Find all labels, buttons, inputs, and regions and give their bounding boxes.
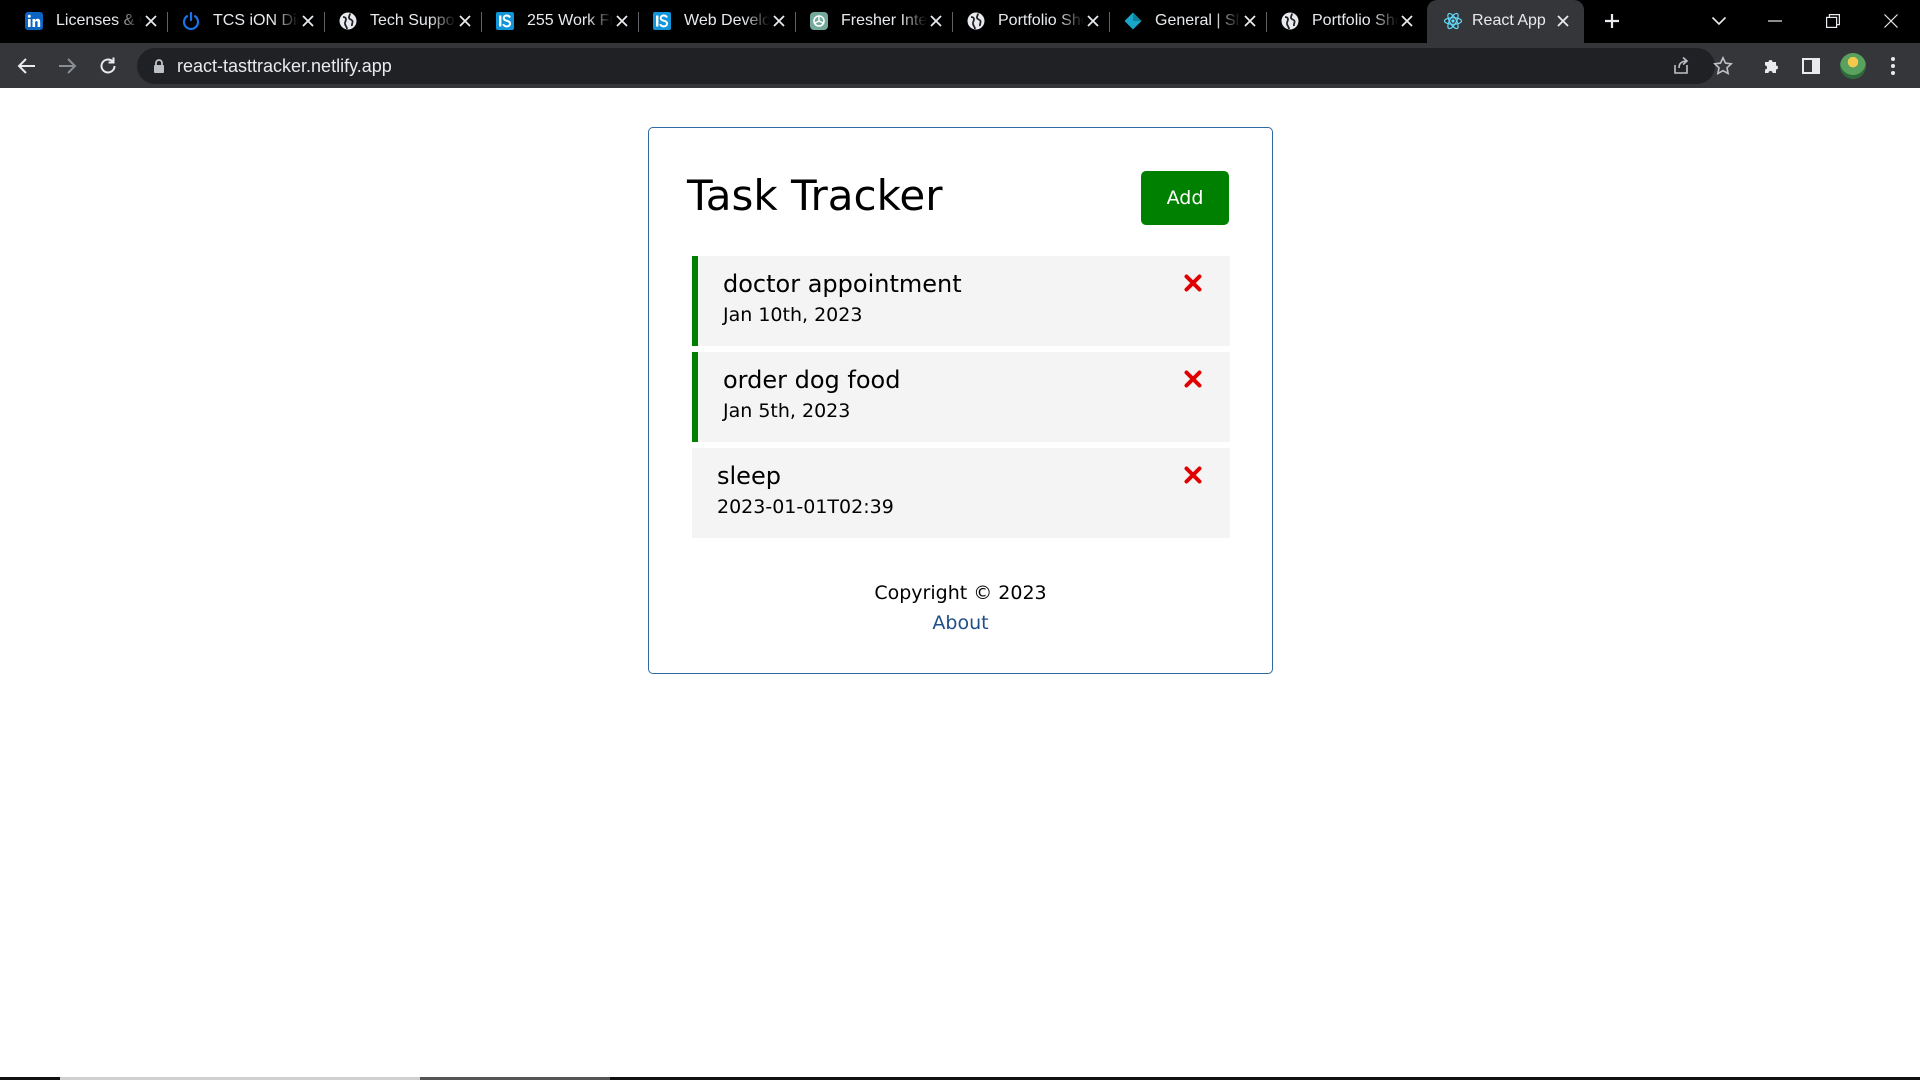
tab-title: Portfolio Showcase <box>998 12 1084 29</box>
delete-task-icon[interactable] <box>1182 368 1204 390</box>
power-icon <box>181 11 201 31</box>
task-day: Jan 10th, 2023 <box>723 304 863 326</box>
bookmark-star-icon[interactable] <box>1710 53 1736 79</box>
globe-icon <box>1280 11 1300 31</box>
close-window-icon[interactable] <box>1874 6 1908 36</box>
internshala-icon <box>652 11 672 31</box>
tab-strip: Licenses & Certifications TCS iON Digita… <box>0 0 1920 43</box>
diamond-icon <box>1123 11 1143 31</box>
task-text: sleep <box>717 462 781 490</box>
delete-task-icon[interactable] <box>1182 272 1204 294</box>
url-text[interactable]: react-tasttracker.netlify.app <box>177 56 392 76</box>
tab-tcs-ion[interactable]: TCS iON Digital Learning <box>157 0 325 43</box>
tab-portfolio-showcase-2[interactable]: Portfolio Showcase <box>1256 0 1424 43</box>
task-item[interactable]: order dog food Jan 5th, 2023 <box>692 352 1230 442</box>
linkedin-icon <box>24 11 44 31</box>
tab-web-development[interactable]: Web Development <box>628 0 796 43</box>
task-item[interactable]: sleep 2023-01-01T02:39 <box>692 448 1230 538</box>
tab-title: React App <box>1472 12 1546 29</box>
task-text: order dog food <box>723 366 901 394</box>
page-content: Task Tracker Add doctor appointment Jan … <box>0 88 1920 1080</box>
profile-avatar[interactable] <box>1840 53 1866 79</box>
tab-title: Tech Support <box>370 12 456 29</box>
minimize-icon[interactable] <box>1758 6 1792 36</box>
more-menu-icon[interactable] <box>1880 53 1906 79</box>
side-panel-icon[interactable] <box>1798 53 1824 79</box>
tab-title: Portfolio Showcase <box>1312 12 1398 29</box>
page-title: Task Tracker <box>687 171 943 220</box>
new-tab-icon[interactable] <box>1600 9 1624 33</box>
restore-icon[interactable] <box>1816 6 1850 36</box>
tab-general-slack[interactable]: General | Slack <box>1099 0 1267 43</box>
globe-icon <box>338 11 358 31</box>
tab-title: Licenses & Certifications <box>56 12 142 29</box>
lock-icon[interactable] <box>151 58 167 74</box>
tab-fresher-interview[interactable]: Fresher Interview <box>785 0 953 43</box>
task-day: Jan 5th, 2023 <box>723 400 851 422</box>
forward-arrow-icon[interactable] <box>52 51 82 81</box>
tab-search-chevron-icon[interactable] <box>1702 6 1736 36</box>
internshala-icon <box>495 11 515 31</box>
browser-toolbar: react-tasttracker.netlify.app <box>0 43 1920 88</box>
add-task-button[interactable]: Add <box>1141 171 1229 225</box>
copyright-text: Copyright © 2023 <box>874 582 1047 604</box>
tab-react-app[interactable]: React App <box>1427 0 1584 43</box>
reload-icon[interactable] <box>93 51 123 81</box>
task-item[interactable]: doctor appointment Jan 10th, 2023 <box>692 256 1230 346</box>
task-text: doctor appointment <box>723 270 962 298</box>
share-icon[interactable] <box>1670 55 1692 77</box>
footer: Copyright © 2023 About <box>649 578 1272 638</box>
tab-title: TCS iON Digital Learning <box>213 12 299 29</box>
tab-title: General | Slack <box>1155 12 1241 29</box>
address-bar[interactable]: react-tasttracker.netlify.app <box>137 48 1715 84</box>
tab-portfolio-showcase[interactable]: Portfolio Showcase <box>942 0 1110 43</box>
globe-icon <box>966 11 986 31</box>
delete-task-icon[interactable] <box>1182 464 1204 486</box>
task-tracker-container: Task Tracker Add doctor appointment Jan … <box>648 127 1273 674</box>
task-day: 2023-01-01T02:39 <box>717 496 894 518</box>
close-icon[interactable] <box>1397 11 1417 31</box>
tab-title: Web Development <box>684 12 770 29</box>
openai-icon <box>809 11 829 31</box>
tab-tech-support[interactable]: Tech Support <box>314 0 482 43</box>
close-icon[interactable] <box>1553 11 1573 31</box>
tab-title: 255 Work From Home <box>527 12 613 29</box>
tab-licenses[interactable]: Licenses & Certifications <box>0 0 168 43</box>
extensions-puzzle-icon[interactable] <box>1759 53 1785 79</box>
back-arrow-icon[interactable] <box>12 51 42 81</box>
tab-work-from-home[interactable]: 255 Work From Home <box>471 0 639 43</box>
react-icon <box>1443 11 1463 31</box>
about-link[interactable]: About <box>649 608 1272 638</box>
tab-title: Fresher Interview <box>841 12 927 29</box>
